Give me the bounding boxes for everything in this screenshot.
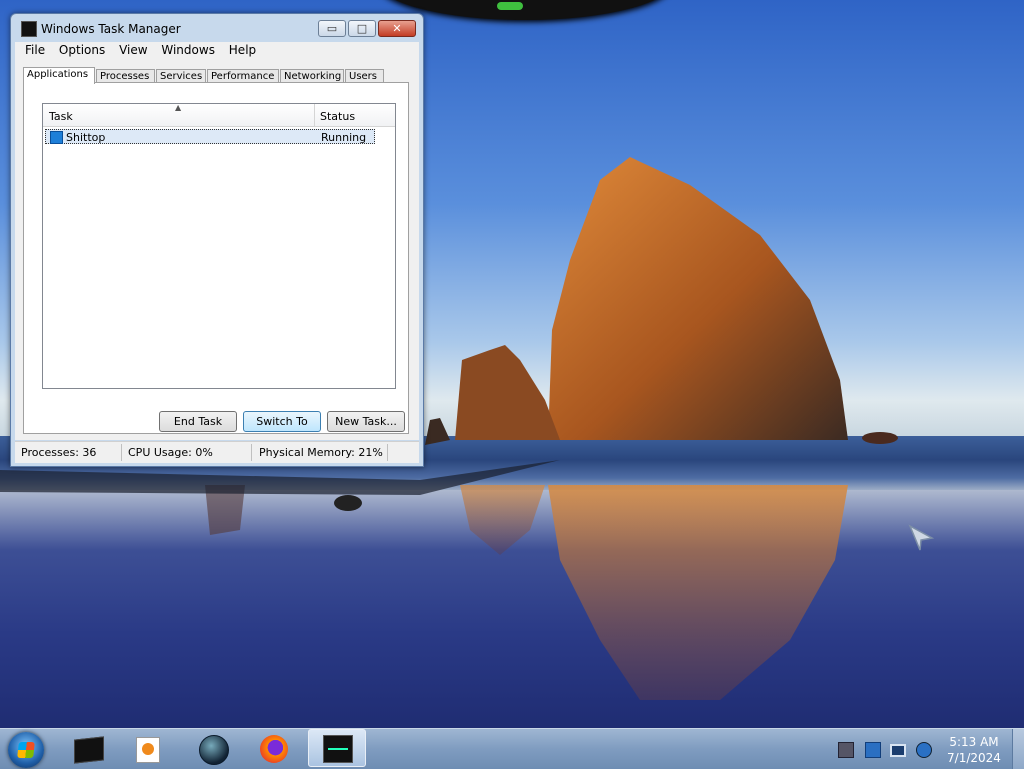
windows-logo-icon xyxy=(17,742,35,758)
switch-to-button[interactable]: Switch To xyxy=(243,411,321,432)
status-separator xyxy=(387,444,388,461)
task-manager-window[interactable]: Windows Task Manager ▭ □ ✕ File Options … xyxy=(10,13,424,467)
menu-options[interactable]: Options xyxy=(59,43,105,57)
tab-users[interactable]: Users xyxy=(345,69,384,83)
taskbar-command-prompt[interactable] xyxy=(70,732,106,766)
status-separator xyxy=(251,444,252,461)
tab-processes[interactable]: Processes xyxy=(96,69,155,83)
column-separator[interactable] xyxy=(314,104,315,126)
physical-memory: Physical Memory: 21% xyxy=(259,446,383,459)
globe-icon xyxy=(199,735,229,765)
tab-performance[interactable]: Performance xyxy=(207,69,279,83)
display-icon[interactable] xyxy=(890,744,906,757)
sort-ascending-icon: ▲ xyxy=(175,103,182,112)
column-header-status[interactable]: Status xyxy=(320,110,355,123)
menu-view[interactable]: View xyxy=(119,43,147,57)
cpu-usage: CPU Usage: 0% xyxy=(128,446,213,459)
clock-time: 5:13 AM xyxy=(949,735,999,749)
menu-bar: File Options View Windows Help xyxy=(15,42,419,60)
status-separator xyxy=(121,444,122,461)
clock[interactable]: 5:13 AM 7/1/2024 xyxy=(944,734,1004,766)
new-task-button[interactable]: New Task... xyxy=(327,411,405,432)
tab-services[interactable]: Services xyxy=(156,69,206,83)
start-button[interactable] xyxy=(8,732,44,768)
close-button[interactable]: ✕ xyxy=(378,20,416,37)
task-name: Shittop xyxy=(66,131,106,144)
taskbar-browser[interactable] xyxy=(195,732,231,766)
network-icon[interactable] xyxy=(865,742,881,758)
end-task-button[interactable]: End Task xyxy=(159,411,237,432)
minimize-button[interactable]: ▭ xyxy=(318,20,346,37)
taskbar-task-manager[interactable] xyxy=(308,729,366,767)
tab-networking[interactable]: Networking xyxy=(280,69,344,83)
firefox-icon xyxy=(260,735,288,763)
status-bar: Processes: 36 CPU Usage: 0% Physical Mem… xyxy=(15,441,419,463)
system-tray xyxy=(830,729,940,769)
taskbar-firefox[interactable] xyxy=(256,732,292,766)
mouse-cursor-icon xyxy=(908,524,935,551)
processes-count: Processes: 36 xyxy=(21,446,97,459)
maximize-button[interactable]: □ xyxy=(348,20,376,37)
media-player-icon xyxy=(136,737,160,763)
tab-applications[interactable]: Applications xyxy=(23,67,95,84)
task-list-header: ▲ Task Status xyxy=(43,103,395,127)
menu-windows[interactable]: Windows xyxy=(161,43,215,57)
table-row[interactable]: Shittop Running xyxy=(45,129,375,144)
menu-file[interactable]: File xyxy=(25,43,45,57)
taskbar: 5:13 AM 7/1/2024 xyxy=(0,728,1024,769)
application-icon xyxy=(50,131,63,144)
volume-icon[interactable] xyxy=(916,742,932,758)
task-status: Running xyxy=(321,131,367,144)
clock-date: 7/1/2024 xyxy=(947,751,1001,765)
command-prompt-icon xyxy=(74,736,104,764)
column-header-task[interactable]: Task xyxy=(49,110,73,123)
window-client-area: Applications Processes Services Performa… xyxy=(15,60,419,440)
action-center-icon[interactable] xyxy=(838,742,854,758)
taskbar-media-player[interactable] xyxy=(130,732,166,766)
task-manager-app-icon xyxy=(21,21,37,37)
gadget-led xyxy=(497,2,523,10)
title-bar[interactable]: Windows Task Manager ▭ □ ✕ xyxy=(11,14,423,42)
applications-panel: ▲ Task Status Shittop Running xyxy=(23,82,409,434)
show-desktop-button[interactable] xyxy=(1012,729,1024,769)
task-list[interactable]: ▲ Task Status Shittop Running xyxy=(42,103,396,389)
task-manager-icon xyxy=(323,735,353,763)
window-title: Windows Task Manager xyxy=(41,22,181,36)
menu-help[interactable]: Help xyxy=(229,43,256,57)
